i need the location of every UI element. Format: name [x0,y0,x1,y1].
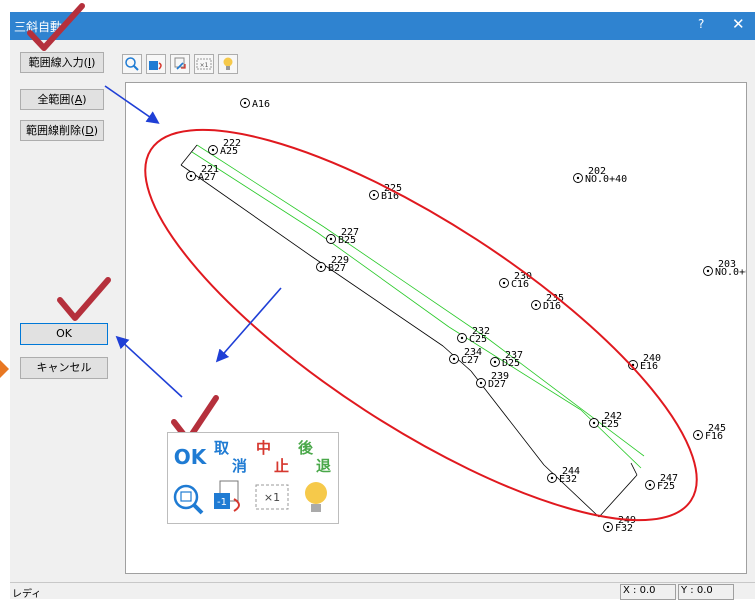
legend-kotai: 後 退 [296,435,336,475]
legend-kotai-1: 後 [298,439,314,457]
legend-ok: OK [173,445,207,469]
annotation-overlay [27,3,698,522]
checkmark-icon [27,3,85,51]
svg-text:-1: -1 [217,497,227,508]
bulb-icon [305,482,327,512]
annotation-arrow [215,287,282,363]
legend-torikeshi-2: 消 [232,457,248,475]
annotation-arrow [104,85,160,124]
annotation-arrow [115,335,183,398]
layer-minus-icon: -1 [214,480,240,512]
legend-chushi-2: 止 [274,457,290,475]
legend-chushi-1: 中 [256,439,272,457]
legend-icons: -1 ×1 [173,480,327,515]
legend-torikeshi-1: 取 [214,439,230,457]
legend-torikeshi: 取 消 [212,435,252,475]
zoom-x1-icon: ×1 [255,484,289,510]
zoom-icon [173,484,204,515]
checkmark-icon [57,277,111,321]
legend-chushi: 中 止 [254,435,294,475]
tool-legend: OK 取 消 中 止 後 退 -1 ×1 [167,432,339,524]
legend-kotai-2: 退 [316,457,332,475]
legend-x1-text: ×1 [264,491,280,504]
